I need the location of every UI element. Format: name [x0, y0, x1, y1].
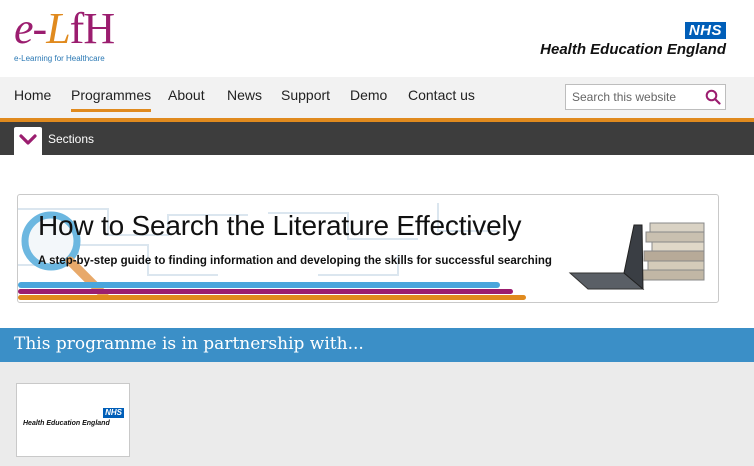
banner-title: How to Search the Literature Effectively	[38, 210, 522, 241]
main-nav: Home Programmes About News Support Demo …	[0, 77, 754, 118]
hee-logo-text: Health Education England	[540, 41, 726, 58]
nav-item-programmes[interactable]: Programmes	[71, 87, 152, 112]
nav-item-about[interactable]: About	[168, 87, 205, 103]
search-input[interactable]: Search this website	[565, 84, 726, 110]
chevron-down-icon	[19, 134, 37, 145]
partner-name: Health Education England	[23, 420, 110, 427]
nhs-logo-badge: NHS	[103, 408, 124, 418]
sections-toggle-button[interactable]	[14, 127, 42, 155]
elfh-logo[interactable]: e-LfH e-Learning for Healthcare	[14, 4, 124, 66]
nav-item-support[interactable]: Support	[281, 87, 330, 103]
sections-label[interactable]: Sections	[48, 132, 94, 146]
nav-item-demo[interactable]: Demo	[350, 87, 387, 103]
nav-item-contact-us[interactable]: Contact us	[408, 87, 475, 103]
books-and-laptop-icon	[568, 222, 705, 291]
search-icon[interactable]	[705, 89, 721, 105]
partnership-header: This programme is in partnership with...	[0, 328, 754, 362]
partnership-title: This programme is in partnership with...	[14, 334, 364, 354]
banner-subtitle: A step-by-step guide to finding informat…	[38, 255, 552, 267]
elfh-logo-tagline: e-Learning for Healthcare	[14, 54, 105, 63]
elfh-logo-wordmark: e-LfH	[14, 4, 115, 53]
nhs-logo-badge: NHS	[684, 22, 726, 39]
partner-card-hee[interactable]: NHS Health Education England	[16, 383, 130, 457]
sections-bar: Sections	[0, 122, 754, 155]
nav-item-news[interactable]: News	[227, 87, 262, 103]
search-placeholder: Search this website	[572, 90, 677, 104]
nav-item-home[interactable]: Home	[14, 87, 51, 103]
site-header: e-LfH e-Learning for Healthcare NHS Heal…	[0, 0, 754, 77]
hee-logo[interactable]: NHS Health Education England	[526, 20, 726, 60]
programme-banner: How to Search the Literature Effectively…	[17, 194, 719, 303]
